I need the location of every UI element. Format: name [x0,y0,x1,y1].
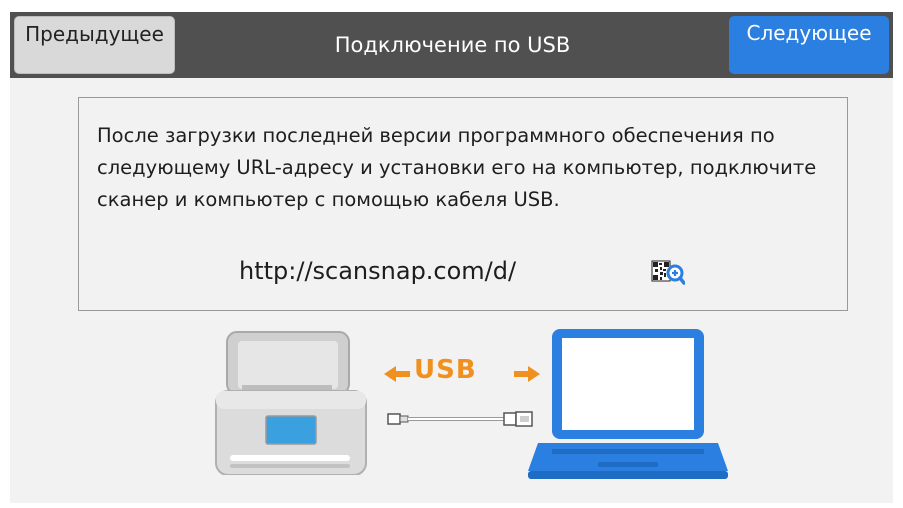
download-url: http://scansnap.com/d/ [239,257,517,285]
previous-button[interactable]: Предыдущее [14,16,175,74]
qr-zoom-icon[interactable] [651,259,686,287]
laptop-icon [528,329,728,479]
next-button[interactable]: Следующее [729,16,889,74]
instruction-text: После загрузки последней версии программ… [97,124,817,211]
usb-label: USB [414,355,477,385]
usb-cable-icon [387,411,533,427]
page-title: Подключение по USB [334,33,571,57]
scanner-icon [215,331,367,475]
top-bar: Предыдущее Подключение по USB Следующее [10,12,893,78]
screen: Предыдущее Подключение по USB Следующее … [10,12,893,503]
usb-connection-illustration: USB [210,317,730,487]
instruction-box: После загрузки последней версии программ… [78,97,848,311]
